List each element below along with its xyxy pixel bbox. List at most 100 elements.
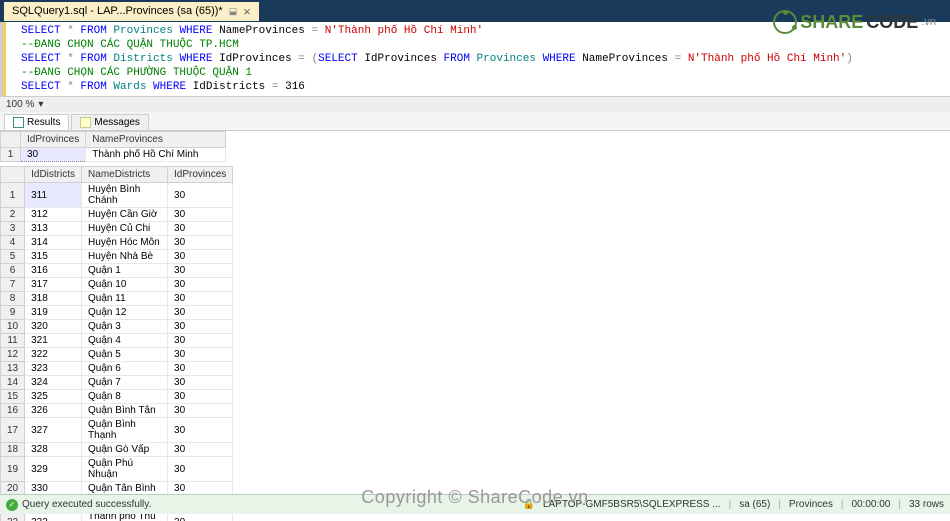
col-header[interactable]: NameProvinces — [86, 132, 226, 148]
table-row[interactable]: 17327Quận Bình Thạnh30 — [1, 418, 233, 443]
cell[interactable]: 30 — [21, 148, 86, 162]
table-row[interactable]: 3313Huyện Củ Chi30 — [1, 222, 233, 236]
cell[interactable]: 30 — [168, 443, 233, 457]
status-rows: 33 rows — [909, 499, 944, 510]
cell[interactable]: Quận Bình Thạnh — [82, 418, 168, 443]
cell[interactable]: 30 — [168, 264, 233, 278]
cell[interactable]: Quận 12 — [82, 306, 168, 320]
table-row[interactable]: 8318Quận 1130 — [1, 292, 233, 306]
cell[interactable]: 318 — [25, 292, 82, 306]
cell[interactable]: 319 — [25, 306, 82, 320]
cell[interactable]: Huyện Bình Chánh — [82, 183, 168, 208]
change-marker — [3, 22, 6, 96]
cell[interactable]: 30 — [168, 183, 233, 208]
tab-results[interactable]: Results — [4, 114, 69, 130]
cell[interactable]: 30 — [168, 376, 233, 390]
col-header[interactable]: IdDistricts — [25, 167, 82, 183]
grid-provinces: IdProvincesNameProvinces130Thành phố Hồ … — [0, 131, 950, 162]
table-row[interactable]: 14324Quận 730 — [1, 376, 233, 390]
cell[interactable]: 30 — [168, 306, 233, 320]
cell[interactable]: 30 — [168, 334, 233, 348]
copyright-text: Copyright © ShareCode.vn — [361, 487, 588, 508]
cell[interactable]: Quận Phú Nhuận — [82, 457, 168, 482]
table-row[interactable]: 16326Quận Bình Tân30 — [1, 404, 233, 418]
col-header[interactable]: IdProvinces — [168, 167, 233, 183]
table-row[interactable]: 6316Quận 130 — [1, 264, 233, 278]
cell[interactable]: 323 — [25, 362, 82, 376]
cell[interactable]: Huyện Nhà Bè — [82, 250, 168, 264]
cell[interactable]: Huyện Hóc Môn — [82, 236, 168, 250]
cell[interactable]: 322 — [25, 348, 82, 362]
cell[interactable]: 30 — [168, 457, 233, 482]
cell[interactable]: 30 — [168, 390, 233, 404]
message-icon — [80, 117, 91, 128]
cell[interactable]: Quận Gò Vấp — [82, 443, 168, 457]
results-pane[interactable]: IdProvincesNameProvinces130Thành phố Hồ … — [0, 131, 950, 521]
table-row[interactable]: 130Thành phố Hồ Chí Minh — [1, 148, 226, 162]
cell[interactable]: Quận 5 — [82, 348, 168, 362]
cell[interactable]: Huyện Củ Chi — [82, 222, 168, 236]
cell[interactable]: Quận 10 — [82, 278, 168, 292]
table-row[interactable]: 1311Huyện Bình Chánh30 — [1, 183, 233, 208]
table-row[interactable]: 13323Quận 630 — [1, 362, 233, 376]
cell[interactable]: 326 — [25, 404, 82, 418]
cell[interactable]: 329 — [25, 457, 82, 482]
cell[interactable]: 325 — [25, 390, 82, 404]
tab-messages[interactable]: Messages — [71, 114, 149, 130]
cell[interactable]: 30 — [168, 208, 233, 222]
cell[interactable]: 320 — [25, 320, 82, 334]
table-row[interactable]: 12322Quận 530 — [1, 348, 233, 362]
col-header[interactable]: NameDistricts — [82, 167, 168, 183]
table-row[interactable]: 7317Quận 1030 — [1, 278, 233, 292]
cell[interactable]: Quận 3 — [82, 320, 168, 334]
cell[interactable]: Thành phố Hồ Chí Minh — [86, 148, 226, 162]
close-icon[interactable]: × — [243, 5, 251, 18]
cell[interactable]: 30 — [168, 348, 233, 362]
cell[interactable]: 316 — [25, 264, 82, 278]
cell[interactable]: Huyện Cần Giờ — [82, 208, 168, 222]
cell[interactable]: 321 — [25, 334, 82, 348]
cell[interactable]: 327 — [25, 418, 82, 443]
cell[interactable]: Quận 4 — [82, 334, 168, 348]
success-icon: ✓ — [6, 499, 18, 511]
table-row[interactable]: 10320Quận 330 — [1, 320, 233, 334]
cell[interactable]: 30 — [168, 404, 233, 418]
cell[interactable]: Quận 7 — [82, 376, 168, 390]
cell[interactable]: 30 — [168, 362, 233, 376]
cell[interactable]: 317 — [25, 278, 82, 292]
cell[interactable]: 30 — [168, 278, 233, 292]
table-row[interactable]: 2312Huyện Cần Giờ30 — [1, 208, 233, 222]
table-row[interactable]: 4314Huyện Hóc Môn30 — [1, 236, 233, 250]
pin-icon[interactable]: ⬓ — [229, 6, 238, 17]
col-header[interactable]: IdProvinces — [21, 132, 86, 148]
table-row[interactable]: 9319Quận 1230 — [1, 306, 233, 320]
table-row[interactable]: 5315Huyện Nhà Bè30 — [1, 250, 233, 264]
cell[interactable]: Quận 8 — [82, 390, 168, 404]
cell[interactable]: 314 — [25, 236, 82, 250]
cell[interactable]: 30 — [168, 418, 233, 443]
cell[interactable]: Quận 1 — [82, 264, 168, 278]
status-user: sa (65) — [739, 499, 770, 510]
editor-tab[interactable]: SQLQuery1.sql - LAP...Provinces (sa (65)… — [4, 2, 259, 21]
cell[interactable]: 30 — [168, 222, 233, 236]
cell[interactable]: 312 — [25, 208, 82, 222]
table-row[interactable]: 11321Quận 430 — [1, 334, 233, 348]
cell[interactable]: 30 — [168, 250, 233, 264]
cell[interactable]: 30 — [168, 320, 233, 334]
zoom-dropdown-icon[interactable]: ▾ — [38, 99, 43, 110]
status-message: Query executed successfully. — [22, 499, 151, 510]
cell[interactable]: 313 — [25, 222, 82, 236]
cell[interactable]: Quận Bình Tân — [82, 404, 168, 418]
cell[interactable]: 324 — [25, 376, 82, 390]
zoom-level: 100 % — [6, 99, 34, 110]
cell[interactable]: 30 — [168, 292, 233, 306]
cell[interactable]: 328 — [25, 443, 82, 457]
cell[interactable]: 315 — [25, 250, 82, 264]
table-row[interactable]: 18328Quận Gò Vấp30 — [1, 443, 233, 457]
table-row[interactable]: 19329Quận Phú Nhuận30 — [1, 457, 233, 482]
cell[interactable]: Quận 6 — [82, 362, 168, 376]
table-row[interactable]: 15325Quận 830 — [1, 390, 233, 404]
cell[interactable]: 30 — [168, 236, 233, 250]
cell[interactable]: Quận 11 — [82, 292, 168, 306]
cell[interactable]: 311 — [25, 183, 82, 208]
